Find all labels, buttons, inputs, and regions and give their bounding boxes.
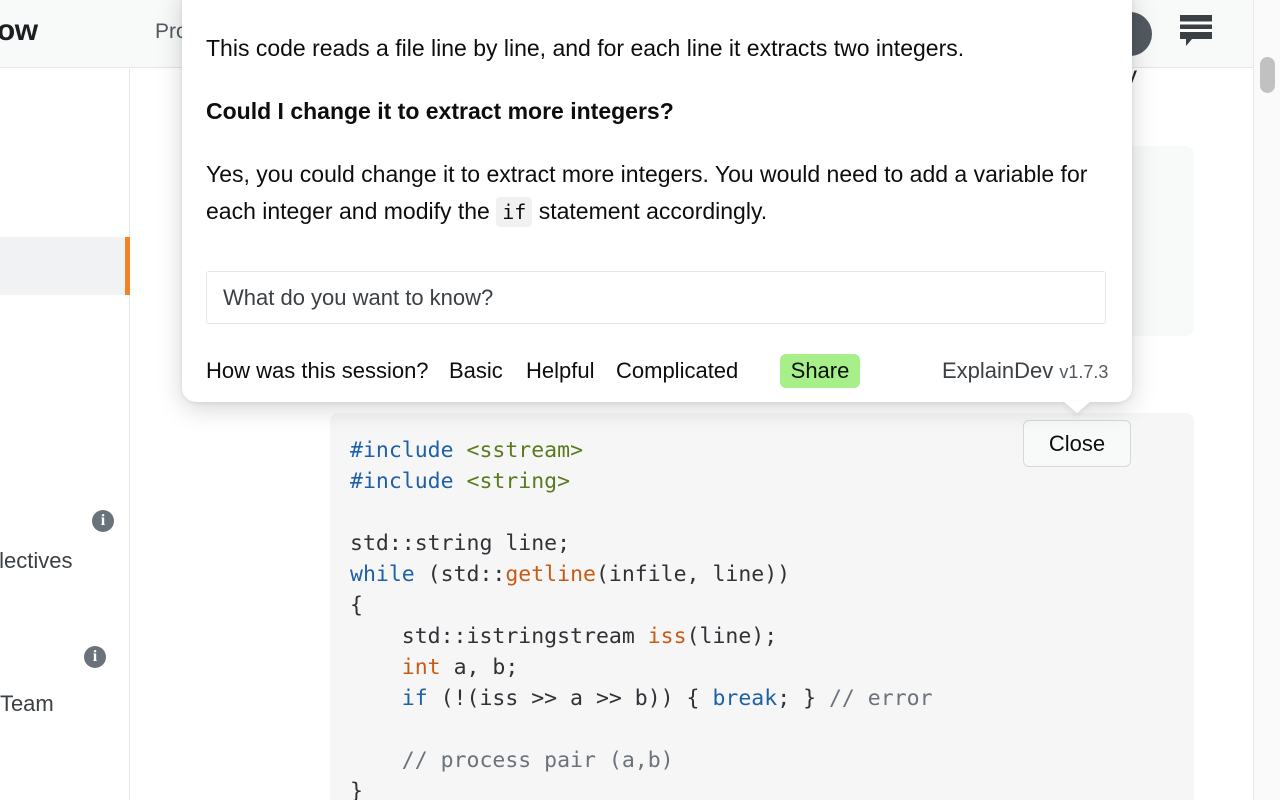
version-number: v1.7.3 <box>1059 362 1109 382</box>
inbox-chat-icon[interactable] <box>1178 12 1214 54</box>
info-icon[interactable]: i <box>92 510 114 532</box>
brand-version: ExplainDev v1.7.3 <box>942 354 1108 388</box>
close-button[interactable]: Close <box>1023 420 1131 467</box>
answer-text-part-2: statement accordingly. <box>532 198 768 224</box>
page-scrollbar[interactable] <box>1253 0 1280 800</box>
user-question: Could I change it to extract more intege… <box>206 98 674 124</box>
sidebar-item-label: ollectives <box>0 548 73 573</box>
app-root: verflow Pro s s i ollectives i e Team y <box>0 0 1280 800</box>
popup-tail-icon <box>1063 401 1091 413</box>
code-content: #include <sstream> #include <string> std… <box>350 438 933 800</box>
rating-complicated-button[interactable]: Complicated <box>616 354 738 388</box>
share-button[interactable]: Share <box>780 354 860 388</box>
code-block: #include <sstream> #include <string> std… <box>330 413 1194 800</box>
sidebar-item-active[interactable]: s <box>0 237 130 295</box>
brand-name: ExplainDev <box>942 358 1054 383</box>
rating-helpful-button[interactable]: Helpful <box>526 354 594 388</box>
left-sidebar: s s i ollectives i e Team <box>0 69 130 800</box>
inline-code-chip: if <box>496 197 533 227</box>
info-icon[interactable]: i <box>84 646 106 668</box>
popup-footer: How was this session? Basic Helpful Comp… <box>206 354 1108 388</box>
session-feedback-label: How was this session? <box>206 358 429 383</box>
ask-question-input[interactable] <box>206 271 1106 324</box>
sidebar-item-label: e Team <box>0 691 54 716</box>
scrollbar-thumb[interactable] <box>1260 57 1275 93</box>
assistant-answer: Yes, you could change it to extract more… <box>206 156 1108 231</box>
explanation-paragraph: This code reads a file line by line, and… <box>206 35 965 61</box>
popup-conversation: This code reads a file line by line, and… <box>206 30 1108 257</box>
rating-basic-button[interactable]: Basic <box>449 354 503 388</box>
stack-overflow-logo[interactable]: verflow <box>0 14 38 48</box>
